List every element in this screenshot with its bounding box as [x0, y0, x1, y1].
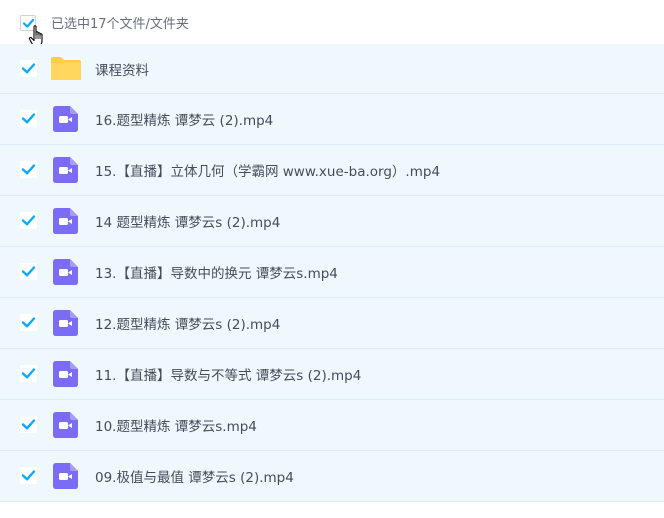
video-file-icon — [53, 463, 78, 489]
check-icon — [21, 470, 36, 481]
file-name[interactable]: 13.【直播】导数中的换元 谭梦云s.mp4 — [95, 262, 338, 282]
file-name[interactable]: 15.【直播】立体几何（学霸网 www.xue-ba.org）.mp4 — [95, 160, 440, 180]
video-file-icon — [53, 208, 78, 234]
video-file-icon — [53, 259, 78, 285]
file-name[interactable]: 课程资料 — [95, 59, 149, 79]
row-checkbox[interactable] — [20, 161, 37, 178]
check-icon — [21, 63, 36, 74]
row-checkbox[interactable] — [20, 263, 37, 280]
list-item[interactable]: 14 题型精炼 谭梦云s (2).mp4 — [0, 196, 664, 247]
file-list: 课程资料 16.题型精炼 谭梦云 (2).mp4 15.【直播】立体几何（学霸网… — [0, 44, 664, 502]
row-checkbox[interactable] — [20, 110, 37, 127]
check-icon — [21, 215, 36, 226]
check-icon — [21, 113, 36, 124]
video-file-icon — [53, 106, 78, 132]
list-item[interactable]: 09.极值与最值 谭梦云s (2).mp4 — [0, 451, 664, 502]
video-file-icon — [53, 361, 78, 387]
file-name[interactable]: 09.极值与最值 谭梦云s (2).mp4 — [95, 466, 294, 486]
file-name[interactable]: 16.题型精炼 谭梦云 (2).mp4 — [95, 109, 273, 129]
check-icon — [21, 419, 36, 430]
check-icon — [21, 368, 36, 379]
check-icon — [21, 164, 36, 175]
video-file-icon — [53, 157, 78, 183]
file-name[interactable]: 12.题型精炼 谭梦云s (2).mp4 — [95, 313, 280, 333]
file-name[interactable]: 11.【直播】导数与不等式 谭梦云s (2).mp4 — [95, 364, 361, 384]
selection-count-label: 已选中17个文件/文件夹 — [51, 17, 189, 32]
file-name[interactable]: 10.题型精炼 谭梦云s.mp4 — [95, 415, 257, 435]
file-name[interactable]: 14 题型精炼 谭梦云s (2).mp4 — [95, 211, 280, 231]
list-item[interactable]: 课程资料 — [0, 44, 664, 94]
folder-icon — [51, 57, 81, 80]
row-checkbox[interactable] — [20, 467, 37, 484]
check-icon — [21, 266, 36, 277]
check-icon — [21, 317, 36, 328]
list-item[interactable]: 15.【直播】立体几何（学霸网 www.xue-ba.org）.mp4 — [0, 145, 664, 196]
video-file-icon — [53, 412, 78, 438]
list-item[interactable]: 11.【直播】导数与不等式 谭梦云s (2).mp4 — [0, 349, 664, 400]
list-item[interactable]: 13.【直播】导数中的换元 谭梦云s.mp4 — [0, 247, 664, 298]
list-item[interactable]: 16.题型精炼 谭梦云 (2).mp4 — [0, 94, 664, 145]
row-checkbox[interactable] — [20, 60, 37, 77]
selection-header: 已选中17个文件/文件夹 — [0, 0, 664, 47]
list-item[interactable]: 10.题型精炼 谭梦云s.mp4 — [0, 400, 664, 451]
row-checkbox[interactable] — [20, 314, 37, 331]
list-item[interactable]: 12.题型精炼 谭梦云s (2).mp4 — [0, 298, 664, 349]
file-list-panel: 已选中17个文件/文件夹 课程资料 16.题型精炼 谭梦云 (2).mp4 15… — [0, 0, 664, 518]
row-checkbox[interactable] — [20, 212, 37, 229]
row-checkbox[interactable] — [20, 365, 37, 382]
row-checkbox[interactable] — [20, 416, 37, 433]
video-file-icon — [53, 310, 78, 336]
